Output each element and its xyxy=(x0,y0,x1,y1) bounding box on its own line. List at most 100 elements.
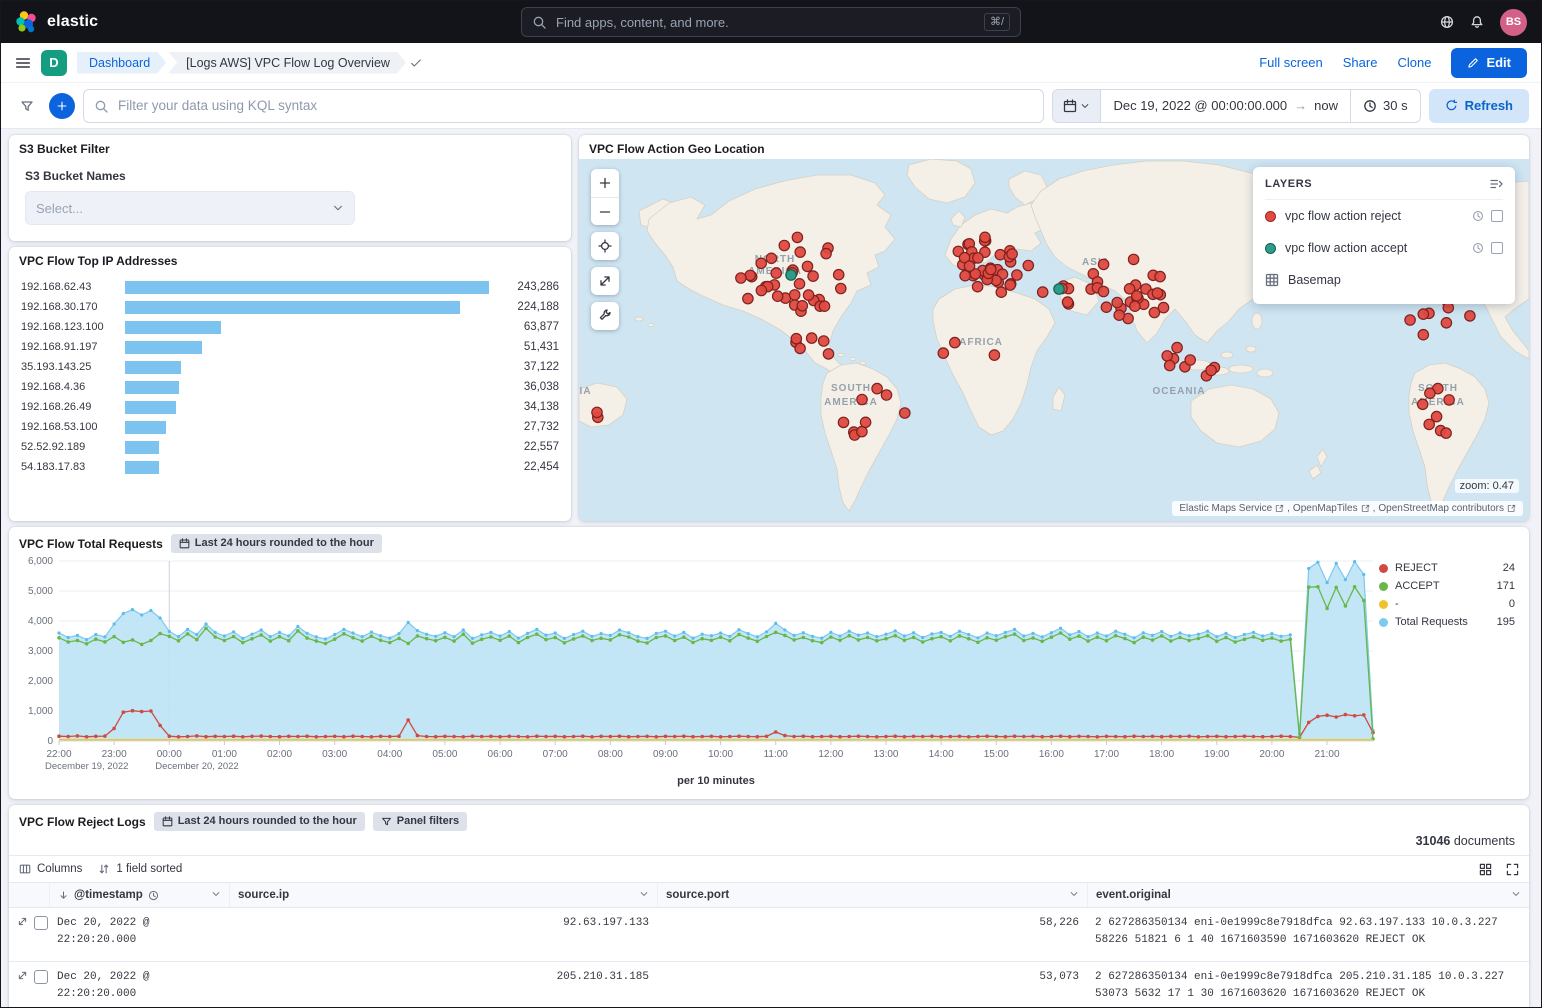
legend-item[interactable]: REJECT24 xyxy=(1379,559,1515,577)
column-header-source-ip[interactable]: source.ip xyxy=(229,883,657,907)
s3-bucket-select[interactable]: Select... xyxy=(25,191,355,225)
ip-bar-row[interactable]: 192.168.30.170224,188 xyxy=(21,297,559,317)
share-link[interactable]: Share xyxy=(1343,55,1378,70)
full-screen-link[interactable]: Full screen xyxy=(1259,55,1323,70)
legend-item[interactable]: -0 xyxy=(1379,595,1515,613)
layer-checkbox[interactable] xyxy=(1491,210,1503,222)
datagrid-toolbar: Columns 1 field sorted xyxy=(9,856,1529,883)
layer-reject-label: vpc flow action reject xyxy=(1285,209,1401,223)
row-checkbox[interactable] xyxy=(34,970,48,984)
map-zoom-in-button[interactable] xyxy=(591,169,619,197)
refresh-interval[interactable]: 30 s xyxy=(1350,90,1420,122)
ip-value: 36,038 xyxy=(497,381,559,393)
map-zoom-out-button[interactable] xyxy=(591,197,619,225)
total-requests-chart: 01,0002,0003,0004,0005,0006,00022:0023:0… xyxy=(13,553,1379,787)
ip-label: 54.183.17.83 xyxy=(21,461,117,473)
ip-bar-row[interactable]: 52.52.92.18922,557 xyxy=(21,437,559,457)
attribution-link[interactable]: OpenStreetMap contributors xyxy=(1378,503,1504,514)
attribution-link[interactable]: OpenMapTiles xyxy=(1293,503,1358,514)
breadcrumb-current: [Logs AWS] VPC Flow Log Overview xyxy=(168,52,406,74)
menu-icon[interactable] xyxy=(15,55,31,71)
collapse-layers-icon[interactable] xyxy=(1489,177,1503,191)
ip-bar-row[interactable]: 35.193.143.2537,122 xyxy=(21,357,559,377)
cell-source-port: 53,073 xyxy=(657,962,1087,1008)
global-search[interactable]: ⌘/ xyxy=(521,7,1021,37)
basemap-icon xyxy=(1265,273,1279,287)
fullscreen-icon[interactable] xyxy=(1506,863,1519,876)
ip-label: 192.168.62.43 xyxy=(21,281,117,293)
column-header-source-port[interactable]: source.port xyxy=(657,883,1087,907)
global-search-input[interactable] xyxy=(554,14,976,31)
notifications-icon[interactable] xyxy=(1470,15,1484,29)
map-fit-data-button[interactable] xyxy=(591,267,619,295)
display-options-icon[interactable] xyxy=(1479,863,1492,876)
layer-row-reject[interactable]: vpc flow action reject xyxy=(1265,200,1503,232)
date-picker-calendar-button[interactable] xyxy=(1053,90,1101,122)
column-header-timestamp[interactable]: @timestamp xyxy=(49,883,229,907)
date-start[interactable]: Dec 19, 2022 @ 00:00:00.000 xyxy=(1113,98,1287,113)
edit-button[interactable]: Edit xyxy=(1451,48,1527,78)
ip-label: 35.193.143.25 xyxy=(21,361,117,373)
space-avatar[interactable]: D xyxy=(41,50,67,76)
map-set-view-button[interactable] xyxy=(591,232,619,260)
search-icon xyxy=(532,15,546,29)
layer-row-basemap[interactable]: Basemap xyxy=(1265,264,1503,296)
breadcrumb-dashboard[interactable]: Dashboard xyxy=(77,52,166,74)
kql-query-input-wrap xyxy=(83,89,1044,123)
sort-fields-button[interactable]: 1 field sorted xyxy=(98,863,182,875)
ip-bar-row[interactable]: 54.183.17.8322,454 xyxy=(21,457,559,477)
bar-track xyxy=(125,401,489,414)
columns-button[interactable]: Columns xyxy=(19,863,82,875)
attribution-link[interactable]: Elastic Maps Service xyxy=(1179,503,1272,514)
panel-filters-badge[interactable]: Panel filters xyxy=(373,812,467,831)
refresh-button[interactable]: Refresh xyxy=(1429,89,1529,123)
cell-event-original: 2 627286350134 eni-0e1999c8e7918dfca 92.… xyxy=(1087,908,1529,961)
svg-text:22:00: 22:00 xyxy=(46,749,71,760)
map-canvas[interactable]: NORTHAMERICAASIAAFRICASOUTHAMERICAOCEANI… xyxy=(579,159,1529,521)
cell-source-ip: 205.210.31.185 xyxy=(229,962,657,1008)
ip-bar-row[interactable]: 192.168.53.10027,732 xyxy=(21,417,559,437)
svg-text:04:00: 04:00 xyxy=(377,749,402,760)
help-icon[interactable] xyxy=(1440,15,1454,29)
time-badge[interactable]: Last 24 hours rounded to the hour xyxy=(154,812,365,831)
panel-top-ip-addresses: VPC Flow Top IP Addresses 192.168.62.432… xyxy=(9,247,571,521)
elastic-logo[interactable]: elastic xyxy=(15,10,98,34)
time-badge[interactable]: Last 24 hours rounded to the hour xyxy=(171,534,382,553)
legend-item[interactable]: ACCEPT171 xyxy=(1379,577,1515,595)
clock-icon xyxy=(1472,210,1484,222)
ip-bar-row[interactable]: 192.168.123.10063,877 xyxy=(21,317,559,337)
elastic-logo-icon xyxy=(15,10,39,34)
svg-text:02:00: 02:00 xyxy=(267,749,292,760)
saved-check-icon xyxy=(410,57,422,69)
filter-icon xyxy=(20,99,34,113)
saved-queries-button[interactable] xyxy=(13,92,41,120)
layer-checkbox[interactable] xyxy=(1491,242,1503,254)
add-filter-button[interactable] xyxy=(49,93,75,119)
map-tools-button[interactable] xyxy=(591,302,619,330)
ip-bar-row[interactable]: 192.168.91.19751,431 xyxy=(21,337,559,357)
chart-legend: REJECT24ACCEPT171-0Total Requests195 xyxy=(1379,559,1515,631)
elastic-dashboard-screen: elastic ⌘/ BS D Dashboard [Logs AWS] VPC… xyxy=(0,0,1542,1008)
svg-text:2,000: 2,000 xyxy=(28,676,53,687)
reject-layer-dot xyxy=(1265,211,1276,222)
clone-link[interactable]: Clone xyxy=(1397,55,1431,70)
date-end[interactable]: now xyxy=(1314,98,1338,113)
ip-bar-row[interactable]: 192.168.4.3636,038 xyxy=(21,377,559,397)
column-header-event-original[interactable]: event.original xyxy=(1087,883,1529,907)
svg-text:13:00: 13:00 xyxy=(873,749,898,760)
expand-row-icon[interactable] xyxy=(17,916,28,927)
legend-item[interactable]: Total Requests195 xyxy=(1379,613,1515,631)
user-avatar[interactable]: BS xyxy=(1500,9,1527,36)
columns-icon xyxy=(19,863,31,875)
ip-bar-row[interactable]: 192.168.62.43243,286 xyxy=(21,277,559,297)
layer-row-accept[interactable]: vpc flow action accept xyxy=(1265,232,1503,264)
date-range[interactable]: Dec 19, 2022 @ 00:00:00.000 → now xyxy=(1101,98,1350,113)
kql-query-input[interactable] xyxy=(116,97,1033,114)
expand-row-icon[interactable] xyxy=(17,970,28,981)
table-row[interactable]: Dec 20, 2022 @ 22:20:20.000205.210.31.18… xyxy=(9,962,1529,1008)
documents-count: 31046 documents xyxy=(9,834,1529,856)
dashboard-header: D Dashboard [Logs AWS] VPC Flow Log Over… xyxy=(1,43,1541,83)
row-checkbox[interactable] xyxy=(34,916,48,930)
table-row[interactable]: Dec 20, 2022 @ 22:20:20.00092.63.197.133… xyxy=(9,908,1529,962)
ip-bar-row[interactable]: 192.168.26.4934,138 xyxy=(21,397,559,417)
